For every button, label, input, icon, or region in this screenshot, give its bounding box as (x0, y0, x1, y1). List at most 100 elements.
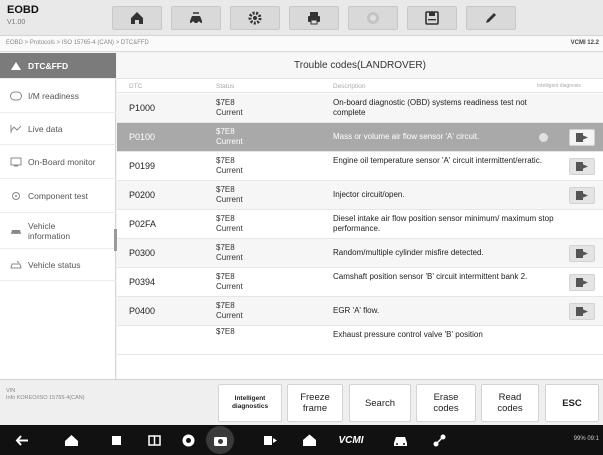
dtc-description: Diesel intake air flow position sensor m… (333, 214, 554, 233)
vehicle-menu-button[interactable] (392, 432, 408, 448)
help-button[interactable] (348, 6, 398, 30)
sidebar-item-im-readiness[interactable]: I/M readiness (0, 79, 116, 113)
screen-mirror-button[interactable] (262, 432, 278, 448)
dtc-description: Camshaft position sensor 'B' circuit int… (333, 272, 528, 281)
dtc-status: $7E8 Current (216, 185, 243, 204)
vehicle-swap-button[interactable] (171, 6, 221, 30)
sidebar-item-label: On-Board monitor (28, 156, 96, 167)
car-info-icon (10, 226, 22, 236)
intelligent-diagnosis-button[interactable] (569, 187, 595, 204)
browser-button[interactable] (180, 432, 196, 448)
table-row[interactable]: P0300 $7E8 Current Random/multiple cylind… (117, 239, 603, 268)
dtc-icon (10, 61, 22, 71)
sidebar-item-vehicle-information[interactable]: Vehicle information (0, 213, 116, 249)
breadcrumb: EOBD > Protocols > ISO 15765-4 (CAN) > D… (6, 40, 149, 46)
table-row[interactable]: P0199 $7E8 Current Engine oil temperature… (117, 152, 603, 181)
sidebar-item-on-board-monitor[interactable]: On-Board monitor (0, 145, 116, 179)
search-button[interactable]: Search (349, 384, 411, 422)
intelligent-diagnosis-button[interactable] (569, 303, 595, 320)
column-header-dtc: DTC (129, 83, 143, 90)
intelligent-diagnosis-button[interactable] (569, 158, 595, 175)
back-button[interactable] (14, 432, 30, 448)
dtc-status: $7E8 Current (216, 127, 243, 146)
car-status-icon (10, 260, 22, 270)
table-row[interactable]: P02FA $7E8 Current Diesel intake air flow… (117, 210, 603, 239)
dtc-description: Random/multiple cylinder misfire detecte… (333, 248, 484, 257)
breadcrumb-bar: EOBD > Protocols > ISO 15765-4 (CAN) > D… (0, 36, 603, 52)
app-name: EOBD (7, 4, 39, 16)
vin-value: Info KOREO/ISO 15765-4(CAN) (6, 395, 85, 401)
home-button[interactable] (112, 6, 162, 30)
dtc-code: P0100 (129, 132, 156, 142)
recent-apps-button[interactable] (108, 432, 124, 448)
sidebar-item-vehicle-status[interactable]: Vehicle status (0, 249, 116, 281)
dtc-description: Injector circuit/open. (333, 190, 405, 199)
title-bar: EOBD V1.00 (0, 0, 603, 36)
network-button[interactable] (431, 432, 447, 448)
car-icon (393, 436, 407, 446)
report-arrow-icon (575, 278, 588, 287)
table-row[interactable]: P1000 $7E8 Current On-board diagnostic (O… (117, 94, 603, 123)
table-row[interactable]: P0200 $7E8 Current Injector circuit/open. (117, 181, 603, 210)
dtc-description: Exhaust pressure control valve 'B' posit… (333, 330, 483, 339)
dtc-code: P02FA (129, 219, 157, 229)
sidebar-item-live-data[interactable]: Live data (0, 113, 116, 145)
intelligent-diagnostics-button[interactable]: Intelligent diagnostics (218, 384, 282, 422)
camera-icon (213, 436, 227, 446)
sidebar-item-dtc-ffd[interactable]: DTC&FFD (0, 53, 116, 79)
vehicle-swap-icon (190, 12, 202, 25)
esc-button[interactable]: ESC (545, 384, 599, 422)
action-bar: VIN Info KOREO/ISO 15765-4(CAN) Intellig… (0, 379, 603, 425)
trouble-code-panel: Trouble codes(LANDROVER) DTC Status Desc… (117, 53, 603, 379)
system-status: 99% 09:1 (573, 436, 599, 442)
edit-icon (486, 13, 496, 23)
network-icon (433, 434, 445, 446)
read-codes-button[interactable]: Read codes (481, 384, 539, 422)
report-arrow-icon (575, 162, 588, 171)
print-button[interactable] (289, 6, 339, 30)
browser-icon (182, 434, 194, 446)
app-version: V1.00 (7, 19, 26, 26)
selection-indicator-icon (539, 133, 548, 142)
dtc-status: $7E8 Current (216, 156, 243, 175)
edit-button[interactable] (466, 6, 516, 30)
settings-button[interactable] (230, 6, 280, 30)
report-arrow-icon (575, 133, 588, 142)
camera-button[interactable] (206, 426, 234, 454)
table-row[interactable]: P0394 $7E8 Current Camshaft position sens… (117, 268, 603, 297)
dtc-status: $7E8 Current (216, 243, 243, 262)
sidebar-item-label: Vehicle status (28, 259, 81, 270)
report-arrow-icon (575, 249, 588, 258)
house-icon (302, 434, 316, 446)
intelligent-diagnosis-button[interactable] (569, 129, 595, 146)
multi-window-icon (147, 434, 161, 446)
home-nav-button[interactable] (63, 432, 79, 448)
multi-window-button[interactable] (146, 432, 162, 448)
save-button[interactable] (407, 6, 457, 30)
column-header-intelligent: Intelligent diagnosis (537, 83, 581, 89)
dtc-status: $7E8 Current (216, 272, 243, 291)
erase-codes-button[interactable]: Erase codes (416, 384, 476, 422)
intelligent-diagnosis-button[interactable] (569, 274, 595, 291)
vin-label: VIN (6, 388, 16, 394)
dtc-code: P1000 (129, 103, 156, 113)
help-icon (367, 12, 379, 24)
dtc-description: Engine oil temperature sensor 'A' circui… (333, 156, 542, 165)
app-title: EOBD V1.00 (7, 4, 39, 29)
column-header-description: Description (333, 83, 366, 90)
column-header-status: Status (216, 83, 235, 90)
dtc-status: $7E8 Current (216, 214, 243, 233)
sidebar-item-label: Live data (28, 123, 63, 134)
report-arrow-icon (575, 307, 588, 316)
sidebar-item-component-test[interactable]: Component test (0, 179, 116, 213)
table-header: DTC Status Description Intelligent diagn… (117, 79, 603, 93)
table-row[interactable]: P0400 $7E8 Current EGR 'A' flow. (117, 297, 603, 326)
table-row-selected[interactable]: P0100 $7E8 Current Mass or volume air flo… (117, 123, 603, 152)
maxifix-home-button[interactable] (301, 432, 317, 448)
intelligent-diagnosis-button[interactable] (569, 245, 595, 262)
freeze-frame-button[interactable]: Freeze frame (287, 384, 343, 422)
dtc-code: P0300 (129, 248, 156, 258)
dtc-code: P0400 (129, 306, 156, 316)
vcmi-button[interactable]: VCMI (338, 432, 364, 448)
table-row[interactable]: $7E8 Exhaust pressure control valve 'B' … (117, 326, 603, 355)
